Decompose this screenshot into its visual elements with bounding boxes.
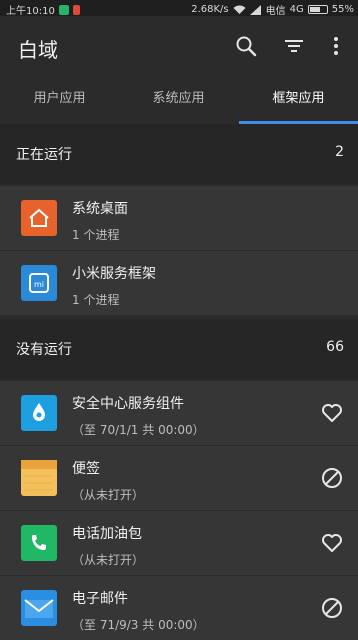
more-button[interactable]: [324, 34, 348, 58]
favorite-button[interactable]: [320, 531, 344, 555]
app-detail: （从未打开）: [72, 553, 145, 567]
app-name: 电子邮件: [72, 591, 128, 607]
favorite-button[interactable]: [320, 401, 344, 425]
battery-percent: 55%: [331, 4, 354, 15]
heart-icon: [322, 404, 342, 422]
block-icon: [322, 598, 342, 618]
app-name: 系统桌面: [72, 201, 128, 217]
app-detail: 1 个进程: [72, 293, 120, 307]
search-icon: [236, 36, 257, 57]
section-count: 2: [335, 144, 344, 160]
status-bar: 上午10:10 2.68K/s 电信 4G 55%: [0, 0, 358, 17]
app-name: 便签: [72, 461, 100, 477]
app-row-security-center[interactable]: 安全中心服务组件 （至 70/1/1 共 00:00）: [0, 381, 358, 445]
section-label: 正在运行: [16, 147, 72, 163]
water-drop-icon: [21, 395, 57, 431]
section-count: 66: [326, 339, 344, 355]
disable-button[interactable]: [320, 466, 344, 490]
notification-icon: [72, 4, 80, 15]
svg-text:mi: mi: [34, 280, 44, 289]
section-running: 正在运行 2: [0, 124, 358, 184]
block-icon: [322, 468, 342, 488]
disable-button[interactable]: [320, 596, 344, 620]
shield-icon: [58, 4, 69, 15]
mi-icon: mi: [21, 265, 57, 301]
app-row-data-pack[interactable]: 电话加油包 （从未打开）: [0, 511, 358, 575]
heart-icon: [322, 534, 342, 552]
app-row-notes[interactable]: 便签 （从未打开）: [0, 446, 358, 510]
app-row-mi-service[interactable]: mi 小米服务框架 1 个进程: [0, 251, 358, 315]
app-title: 白域: [18, 38, 58, 62]
carrier-name: 电信: [265, 6, 286, 17]
battery-icon: [307, 5, 328, 14]
sort-icon: [285, 40, 303, 52]
sort-button[interactable]: [282, 34, 306, 58]
app-row-launcher[interactable]: 系统桌面 1 个进程: [0, 186, 358, 250]
search-button[interactable]: [234, 34, 258, 58]
app-detail: 1 个进程: [72, 228, 120, 242]
mail-icon: [21, 590, 57, 626]
app-row-email[interactable]: 电子邮件 （至 71/9/3 共 00:00）: [0, 576, 358, 640]
app-name: 安全中心服务组件: [72, 396, 184, 412]
home-icon: [21, 200, 57, 236]
network-speed: 2.68K/s: [191, 4, 229, 15]
tab-framework-apps[interactable]: 框架应用: [239, 76, 358, 124]
app-detail: （从未打开）: [72, 488, 145, 502]
app-name: 电话加油包: [72, 526, 142, 542]
tab-user-apps[interactable]: 用户应用: [0, 76, 119, 124]
more-vert-icon: [334, 37, 338, 55]
app-detail: （至 70/1/1 共 00:00）: [72, 423, 205, 437]
wifi-icon: [233, 5, 246, 14]
section-not-running: 没有运行 66: [0, 319, 358, 379]
notes-icon: [21, 460, 57, 496]
tab-bar: 用户应用 系统应用 框架应用: [0, 76, 358, 124]
app-detail: （至 71/9/3 共 00:00）: [72, 618, 205, 632]
network-type: 4G: [289, 4, 304, 15]
tab-system-apps[interactable]: 系统应用: [119, 76, 238, 124]
status-time: 上午10:10: [6, 6, 55, 17]
section-label: 没有运行: [16, 342, 72, 358]
signal-icon: [249, 4, 261, 15]
phone-icon: [21, 525, 57, 561]
app-name: 小米服务框架: [72, 266, 156, 282]
app-bar: 白域: [0, 16, 358, 76]
